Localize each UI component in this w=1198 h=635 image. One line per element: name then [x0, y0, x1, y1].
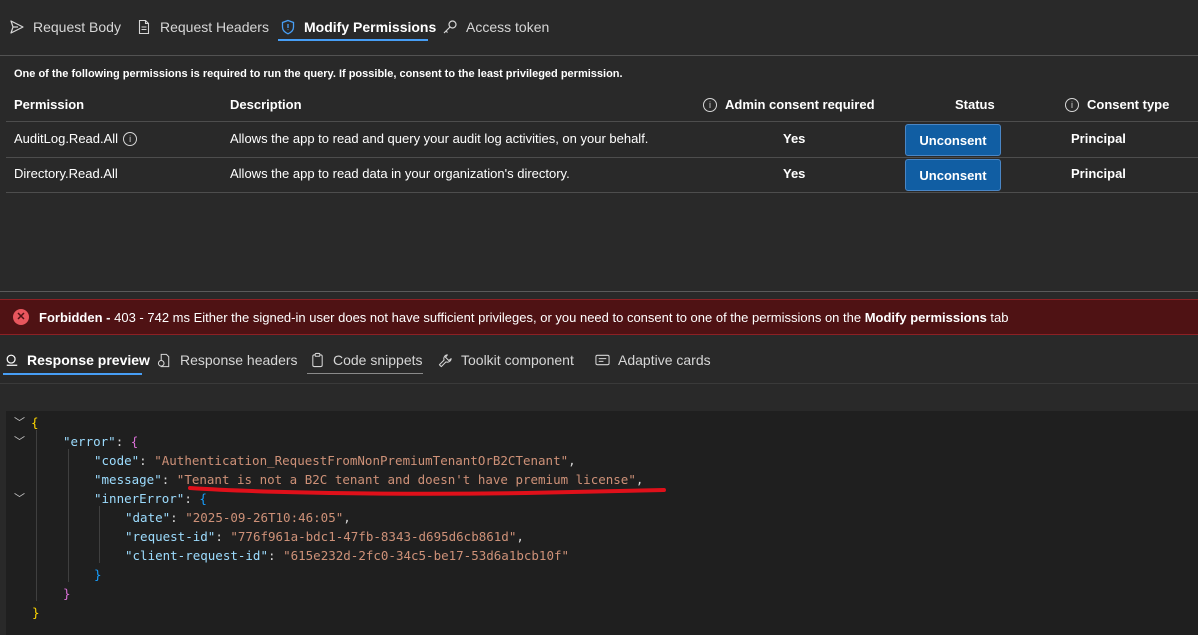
tab-label: Modify Permissions — [304, 19, 437, 35]
clipboard-icon — [312, 352, 323, 368]
tab-modify-permissions[interactable]: Modify Permissions — [280, 15, 436, 39]
toolkit-icon — [438, 353, 452, 367]
error-text: Forbidden - 403 - 742 ms Either the sign… — [39, 310, 1008, 325]
send-icon — [10, 20, 24, 34]
tab-code-snippets[interactable]: Code snippets — [310, 348, 423, 372]
splitter[interactable] — [0, 291, 1198, 292]
permission-name: Directory.Read.All — [14, 166, 118, 181]
info-icon[interactable]: i — [1065, 97, 1079, 112]
permission-description: Allows the app to read and query your au… — [230, 131, 649, 146]
column-label: Consent type — [1087, 97, 1170, 112]
shield-icon — [281, 19, 295, 35]
info-icon[interactable]: i — [703, 97, 717, 112]
preview-icon — [6, 354, 18, 366]
json-value: "776f961a-bdc1-47fb-8343-d695d6cb861d" — [230, 529, 517, 544]
response-json-viewer[interactable]: ﹀{ ﹀ "error": { "code": "Authentication_R… — [6, 411, 1198, 635]
tab-response-headers[interactable]: Response headers — [157, 348, 298, 372]
request-tabs: Request Body Request Headers Modify Perm… — [0, 0, 1198, 56]
tab-label: Adaptive cards — [618, 352, 711, 368]
active-tab-indicator — [3, 373, 142, 375]
admin-consent-value: Yes — [783, 131, 806, 146]
row-divider — [6, 157, 1198, 158]
key-icon — [443, 20, 457, 34]
column-admin-consent: i Admin consent required — [703, 97, 875, 112]
column-consent-type: i Consent type — [1065, 97, 1169, 112]
tab-label: Access token — [466, 19, 550, 35]
indent-guide — [99, 506, 100, 563]
unconsent-button[interactable]: Unconsent — [905, 159, 1001, 191]
permission-label: AuditLog.Read.All — [14, 131, 119, 146]
column-permission: Permission — [14, 97, 85, 112]
error-details: 403 - 742 ms Either the signed-in user d… — [110, 309, 865, 325]
permissions-note: One of the following permissions is requ… — [14, 68, 623, 80]
json-value: "2025-09-26T10:46:05" — [185, 510, 344, 525]
column-description: Description — [230, 97, 302, 112]
row-divider — [6, 121, 1198, 122]
card-icon — [595, 354, 610, 366]
tab-toolkit-component[interactable]: Toolkit component — [438, 348, 574, 372]
permission-description: Allows the app to read data in your orga… — [230, 166, 570, 181]
admin-consent-value: Yes — [783, 166, 806, 181]
json-key: "date" — [125, 510, 171, 525]
active-tab-indicator — [278, 39, 428, 41]
error-circle-icon: ✕ — [13, 309, 29, 325]
json-key: "client-request-id" — [125, 548, 268, 563]
tab-label: Response preview — [27, 352, 150, 368]
tab-access-token[interactable]: Access token — [442, 15, 549, 39]
tab-request-body[interactable]: Request Body — [9, 15, 121, 39]
tab-label: Code snippets — [333, 352, 423, 368]
tab-label: Request Headers — [160, 19, 269, 35]
json-value: "615e232d-2fc0-34c5-be17-53d6a1bcb10f" — [283, 548, 570, 563]
json-key: "request-id" — [125, 529, 216, 544]
permission-name: AuditLog.Read.All i — [14, 131, 138, 146]
info-icon[interactable]: i — [123, 131, 138, 146]
error-suffix: tab — [986, 309, 1009, 325]
tab-label: Response headers — [180, 352, 298, 368]
consent-type-value: Principal — [1071, 166, 1126, 181]
tab-response-preview[interactable]: Response preview — [5, 348, 150, 372]
tab-label: Toolkit component — [461, 352, 574, 368]
tab-adaptive-cards[interactable]: Adaptive cards — [595, 348, 711, 372]
error-tab-name: Modify permissions — [864, 309, 987, 325]
unconsent-button[interactable]: Unconsent — [905, 124, 1001, 156]
consent-type-value: Principal — [1071, 131, 1126, 146]
headers-icon — [157, 353, 170, 367]
tab-label: Request Body — [33, 19, 121, 35]
column-status: Status — [955, 97, 995, 112]
error-message-bar: ✕ Forbidden - 403 - 742 ms Either the si… — [0, 299, 1198, 335]
response-tabs: Response preview Response headers Code s… — [0, 343, 1198, 384]
hover-tab-indicator — [307, 373, 423, 374]
error-status: Forbidden - — [39, 309, 111, 325]
column-label: Admin consent required — [725, 97, 875, 112]
row-divider — [6, 192, 1198, 193]
tab-request-headers[interactable]: Request Headers — [136, 15, 269, 39]
red-underline-annotation — [188, 486, 666, 496]
document-icon — [138, 19, 150, 35]
